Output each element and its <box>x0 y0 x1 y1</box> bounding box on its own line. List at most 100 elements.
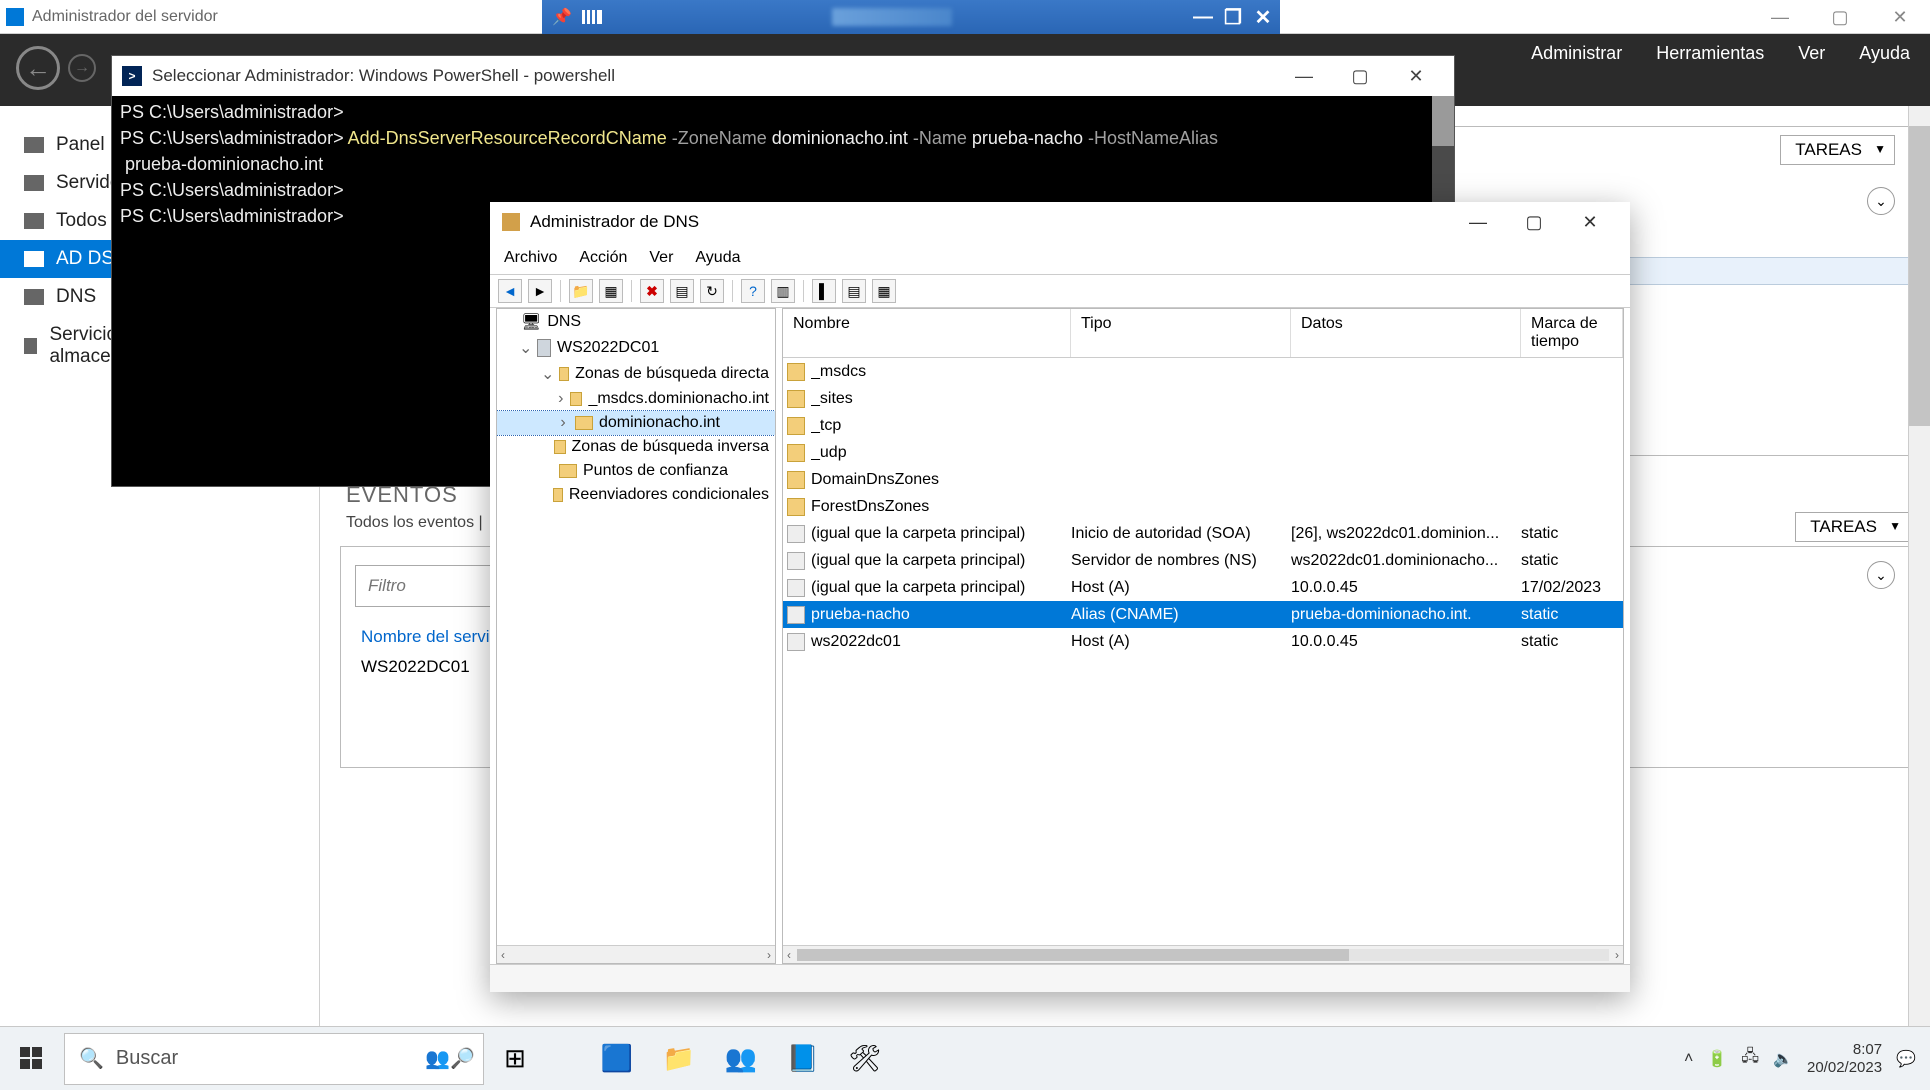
server-icon <box>537 339 551 357</box>
tray-network-icon[interactable]: 🖧 <box>1741 1045 1759 1072</box>
toolbar-newwin-icon[interactable]: ▥ <box>771 279 795 303</box>
col-nombre[interactable]: Nombre <box>783 309 1071 357</box>
events-collapse-button[interactable]: ⌄ <box>1867 561 1895 589</box>
search-placeholder: Buscar <box>116 1047 178 1070</box>
list-row[interactable]: DomainDnsZones <box>783 466 1623 493</box>
tray-volume-icon[interactable]: 🔈 <box>1773 1049 1793 1069</box>
list-row[interactable]: ForestDnsZones <box>783 493 1623 520</box>
vm-name-blurred <box>832 8 952 26</box>
dns-menu-accion[interactable]: Acción <box>579 249 627 267</box>
toolbar-refresh-icon[interactable]: ↻ <box>700 279 724 303</box>
cell-nombre: DomainDnsZones <box>811 471 1071 489</box>
ps-line: PS C:\Users\administrador> <box>120 180 344 200</box>
col-datos[interactable]: Datos <box>1291 309 1521 357</box>
list-row[interactable]: _sites <box>783 385 1623 412</box>
list-row[interactable]: (igual que la carpeta principal)Servidor… <box>783 547 1623 574</box>
nav-back-button[interactable]: ← <box>16 46 60 90</box>
menu-ver[interactable]: Ver <box>1798 43 1825 64</box>
taskbar-app-explorer[interactable]: 📁 <box>648 1027 710 1091</box>
dns-minimize-button[interactable]: — <box>1450 202 1506 242</box>
dns-menu-archivo[interactable]: Archivo <box>504 249 557 267</box>
list-hscroll-thumb[interactable] <box>797 949 1349 961</box>
dns-menu-ayuda[interactable]: Ayuda <box>695 249 740 267</box>
tree-server[interactable]: ⌄ WS2022DC01 <box>497 335 775 361</box>
ps-scrollbar-thumb[interactable] <box>1432 96 1454 146</box>
start-button[interactable] <box>0 1027 64 1091</box>
cell-nombre: _udp <box>811 444 1071 462</box>
cell-nombre: (igual que la carpeta principal) <box>811 552 1071 570</box>
dns-menu-ver[interactable]: Ver <box>649 249 673 267</box>
events-tasks-dropdown[interactable]: TAREAS ▼ <box>1795 512 1910 542</box>
list-row[interactable]: (igual que la carpeta principal)Inicio d… <box>783 520 1623 547</box>
col-marca[interactable]: Marca de tiempo <box>1521 309 1623 357</box>
taskbar-app-edge[interactable]: 🟦 <box>586 1027 648 1091</box>
nav-forward-button[interactable]: → <box>68 54 96 82</box>
ps-minimize-button[interactable]: — <box>1276 56 1332 96</box>
tree-reverse-zones[interactable]: Zonas de búsqueda inversa <box>497 435 775 459</box>
tree-zone-dominionacho[interactable]: › dominionacho.int <box>497 411 775 435</box>
tree-hscrollbar[interactable]: ‹› <box>497 945 775 963</box>
folder-icon <box>787 471 805 489</box>
vm-restore-button[interactable]: ❐ <box>1222 6 1244 28</box>
toolbar-list1-icon[interactable]: ▌ <box>812 279 836 303</box>
pin-icon[interactable]: 📌 <box>552 7 572 27</box>
ps-close-button[interactable]: ✕ <box>1388 56 1444 96</box>
tree-conditional-forwarders[interactable]: Reenviadores condicionales <box>497 483 775 507</box>
folder-icon <box>787 390 805 408</box>
scrollbar-thumb[interactable] <box>1909 126 1930 426</box>
tray-notifications-icon[interactable]: 💬 <box>1896 1049 1916 1069</box>
toolbar-delete-icon[interactable]: ✖ <box>640 279 664 303</box>
task-view-button[interactable]: ⊞ <box>484 1027 546 1091</box>
list-row[interactable]: (igual que la carpeta principal)Host (A)… <box>783 574 1623 601</box>
toolbar-separator <box>631 280 632 302</box>
tree-trust-points[interactable]: Puntos de confianza <box>497 459 775 483</box>
content-scrollbar[interactable] <box>1908 106 1930 1026</box>
list-row[interactable]: prueba-nachoAlias (CNAME)prueba-dominion… <box>783 601 1623 628</box>
list-row[interactable]: _msdcs <box>783 358 1623 385</box>
dns-titlebar[interactable]: Administrador de DNS — ▢ ✕ <box>490 202 1630 242</box>
list-row[interactable]: _tcp <box>783 412 1623 439</box>
tray-chevron-icon[interactable]: ˄ <box>1684 1050 1693 1068</box>
col-tipo[interactable]: Tipo <box>1071 309 1291 357</box>
list-row[interactable]: _udp <box>783 439 1623 466</box>
list-hscrollbar[interactable]: ‹› <box>783 945 1623 963</box>
toolbar-list3-icon[interactable]: ▦ <box>872 279 896 303</box>
menu-herramientas[interactable]: Herramientas <box>1656 43 1764 64</box>
record-icon <box>787 552 805 570</box>
tray-battery-icon[interactable]: 🔋 <box>1707 1049 1727 1069</box>
taskbar-search[interactable]: 🔍 Buscar 👥🔎 <box>64 1033 484 1085</box>
vm-minimize-button[interactable]: — <box>1192 6 1214 28</box>
taskbar-app-tools[interactable]: 🛠 <box>834 1027 896 1091</box>
powershell-titlebar[interactable]: > Seleccionar Administrador: Windows Pow… <box>112 56 1454 96</box>
collapse-button[interactable]: ⌄ <box>1867 187 1895 215</box>
menu-administrar[interactable]: Administrar <box>1531 43 1622 64</box>
tree-root[interactable]: 🖥 DNS <box>497 309 775 335</box>
tray-date: 20/02/2023 <box>1807 1059 1882 1077</box>
tree-forward-zones[interactable]: ⌄ Zonas de búsqueda directa <box>497 361 775 387</box>
toolbar-forward-icon[interactable]: ► <box>528 279 552 303</box>
vm-close-button[interactable]: ✕ <box>1252 6 1274 28</box>
dns-close-button[interactable]: ✕ <box>1562 202 1618 242</box>
toolbar-up-icon[interactable]: 📁 <box>569 279 593 303</box>
toolbar-properties-icon[interactable]: ▤ <box>670 279 694 303</box>
toolbar-list2-icon[interactable]: ▤ <box>842 279 866 303</box>
dns-tree[interactable]: 🖥 DNS ⌄ WS2022DC01 ⌄ Zonas de búsqueda d… <box>496 308 776 964</box>
taskbar-app-word[interactable]: 📘 <box>772 1027 834 1091</box>
ps-maximize-button[interactable]: ▢ <box>1332 56 1388 96</box>
cell-marca: static <box>1521 525 1623 543</box>
tasks-dropdown[interactable]: TAREAS <box>1780 135 1895 165</box>
dns-maximize-button[interactable]: ▢ <box>1506 202 1562 242</box>
toolbar-back-icon[interactable]: ◄ <box>498 279 522 303</box>
toolbar-show-hide-icon[interactable]: ▦ <box>599 279 623 303</box>
dns-app-icon <box>502 213 520 231</box>
list-row[interactable]: ws2022dc01Host (A)10.0.0.45static <box>783 628 1623 655</box>
folder-icon <box>559 464 577 478</box>
servers-icon <box>24 213 44 229</box>
taskbar-app-teams[interactable]: 👥 <box>710 1027 772 1091</box>
toolbar-help-icon[interactable]: ? <box>741 279 765 303</box>
menu-ayuda[interactable]: Ayuda <box>1859 43 1910 64</box>
powershell-title: Seleccionar Administrador: Windows Power… <box>152 66 615 86</box>
cell-marca: static <box>1521 606 1623 624</box>
tray-clock[interactable]: 8:07 20/02/2023 <box>1807 1041 1882 1077</box>
tree-zone-msdcs[interactable]: › _msdcs.dominionacho.int <box>497 387 775 411</box>
